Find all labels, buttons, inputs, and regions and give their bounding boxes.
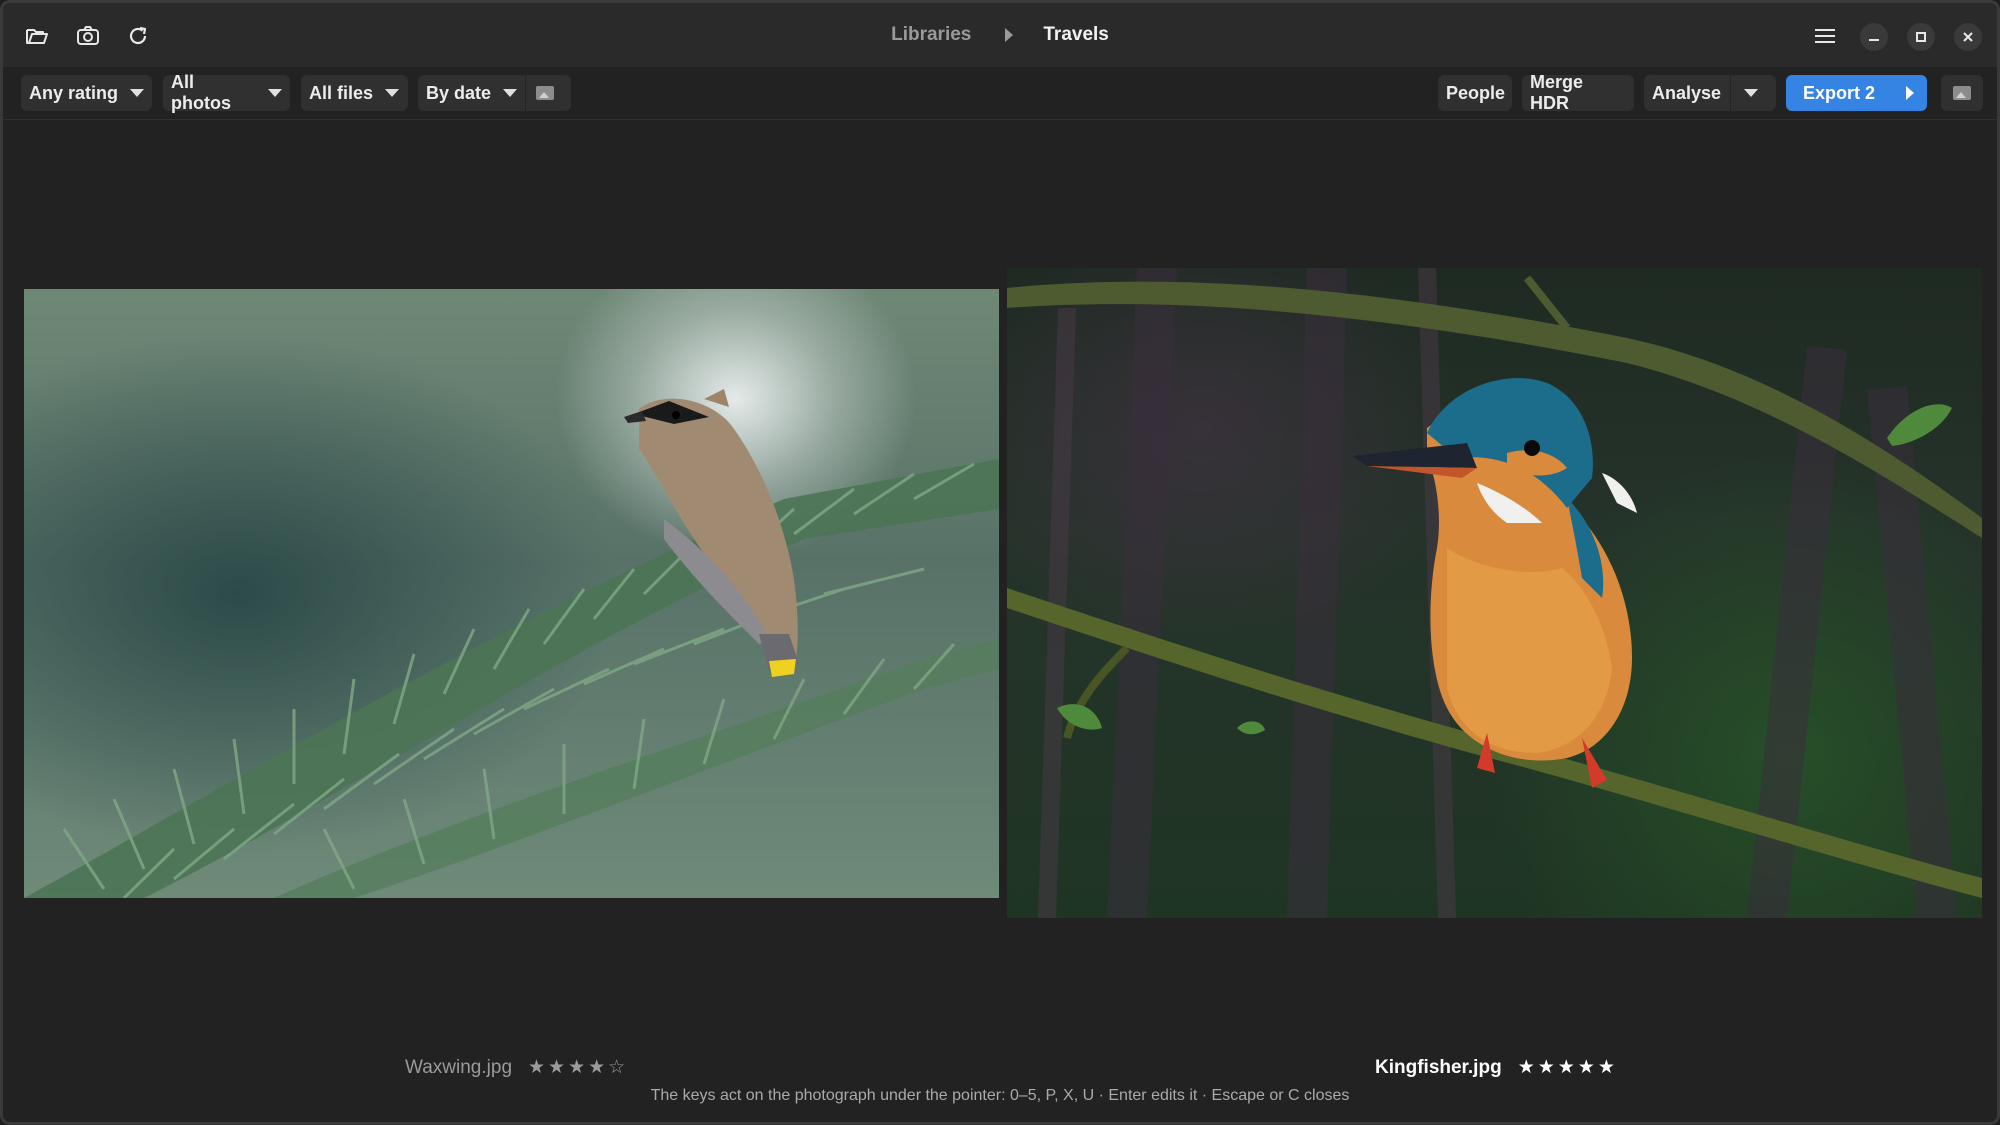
close-icon[interactable] xyxy=(1954,23,1982,51)
minimize-icon[interactable] xyxy=(1860,23,1888,51)
kingfisher-artwork xyxy=(1007,268,1982,918)
image-view-icon[interactable] xyxy=(536,86,554,100)
title-bar: Libraries Travels xyxy=(3,3,1997,67)
photo-waxwing[interactable] xyxy=(24,289,999,898)
analyse-menu-caret-icon[interactable] xyxy=(1744,89,1758,97)
merge-hdr-button[interactable]: Merge HDR xyxy=(1522,72,1634,113)
export-label: Export 2 xyxy=(1803,82,1876,103)
caret-down-icon xyxy=(268,89,282,97)
export-split-button[interactable]: Export 2 xyxy=(1786,75,1927,111)
photos-filter-dropdown[interactable]: All photos xyxy=(163,72,290,113)
rating-stars-waxwing[interactable]: ★★★★☆ xyxy=(528,1056,628,1079)
caption-waxwing: Waxwing.jpg ★★★★☆ xyxy=(405,1056,628,1079)
export-menu-caret-icon[interactable] xyxy=(1906,86,1914,100)
photos-filter-label: All photos xyxy=(171,72,231,113)
rating-filter-label: Any rating xyxy=(29,82,119,103)
people-button[interactable]: People xyxy=(1438,75,1512,111)
app-window: Libraries Travels Any rating All photos … xyxy=(0,0,2000,1125)
breadcrumb-travels: Travels xyxy=(1043,24,1109,45)
sort-dropdown[interactable]: By date xyxy=(418,75,571,111)
files-filter-dropdown[interactable]: All files xyxy=(301,75,408,111)
files-filter-label: All files xyxy=(309,82,374,103)
filename-waxwing: Waxwing.jpg xyxy=(405,1056,513,1078)
keyboard-hint: The keys act on the photograph under the… xyxy=(650,1087,1350,1104)
analyse-split-button[interactable]: Analyse xyxy=(1644,75,1776,111)
rating-stars-kingfisher[interactable]: ★★★★★ xyxy=(1518,1056,1618,1079)
image-view-icon xyxy=(1953,86,1971,100)
merge-hdr-label: Merge HDR xyxy=(1530,72,1584,113)
breadcrumb: Libraries Travels xyxy=(3,3,1997,67)
view-toggle-button[interactable] xyxy=(1941,75,1983,111)
rating-filter-dropdown[interactable]: Any rating xyxy=(21,75,152,111)
maximize-icon[interactable] xyxy=(1907,23,1935,51)
people-label: People xyxy=(1446,82,1506,103)
caret-down-icon xyxy=(503,89,518,97)
analyse-label: Analyse xyxy=(1652,82,1722,103)
waxwing-artwork xyxy=(24,389,999,898)
caption-kingfisher: Kingfisher.jpg ★★★★★ xyxy=(1375,1056,1618,1079)
filename-kingfisher: Kingfisher.jpg xyxy=(1375,1056,1502,1078)
menu-icon[interactable] xyxy=(1812,23,1838,49)
breadcrumb-separator-icon xyxy=(1005,28,1014,42)
toolbar: Any rating All photos All files By date … xyxy=(3,67,1997,120)
sort-label: By date xyxy=(426,82,492,103)
caret-down-icon xyxy=(385,89,400,97)
breadcrumb-libraries[interactable]: Libraries xyxy=(891,24,971,46)
caret-down-icon xyxy=(130,89,144,97)
photo-kingfisher[interactable] xyxy=(1007,268,1982,918)
